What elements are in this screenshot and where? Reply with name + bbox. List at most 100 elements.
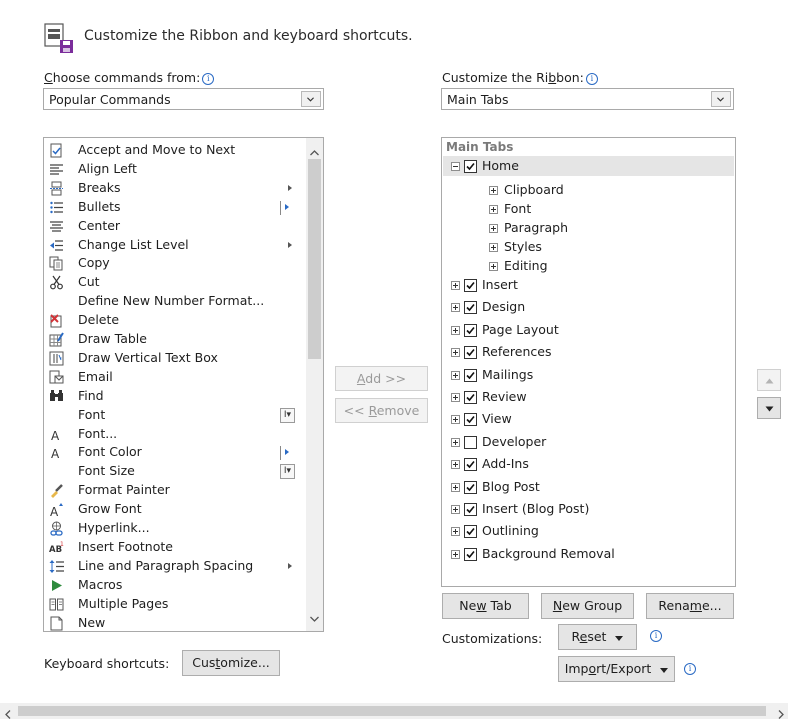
horizontal-scroll-thumb[interactable]	[18, 706, 766, 716]
expand-icon[interactable]	[451, 370, 460, 380]
tree-tab-home[interactable]: Home	[443, 156, 734, 176]
command-item[interactable]: AB 1 Insert Footnote	[44, 538, 294, 557]
tab-checkbox[interactable]	[464, 160, 477, 173]
expand-icon[interactable]	[489, 186, 498, 195]
import-export-button[interactable]: Import/Export	[558, 656, 675, 682]
choose-commands-combo[interactable]: Popular Commands	[43, 88, 324, 110]
command-item[interactable]: Delete	[44, 311, 294, 330]
expand-icon[interactable]	[451, 460, 460, 470]
tree-tab-item[interactable]: View	[443, 409, 734, 429]
expand-icon[interactable]	[451, 505, 460, 514]
commands-listbox[interactable]: Accept and Move to Next Align Left Breaks B…	[43, 137, 324, 632]
tab-checkbox[interactable]	[464, 435, 477, 449]
tree-tab-item[interactable]: Developer	[443, 432, 734, 452]
command-item[interactable]: Align Left	[44, 160, 294, 179]
commands-scrollbar[interactable]	[306, 138, 323, 631]
command-item[interactable]: Multiple Pages	[44, 595, 294, 614]
command-item[interactable]: Center	[44, 217, 294, 236]
scroll-left-icon[interactable]	[5, 707, 11, 722]
tree-tab-item[interactable]: Background Removal	[443, 544, 734, 564]
rename-button[interactable]: Rename...	[646, 593, 734, 619]
collapse-icon[interactable]	[451, 162, 460, 171]
command-item[interactable]: Find	[44, 387, 294, 406]
horizontal-scrollbar[interactable]	[0, 703, 788, 719]
new-tab-button[interactable]: New Tab	[442, 593, 529, 619]
command-item[interactable]: New	[44, 614, 294, 632]
command-item[interactable]: Cut	[44, 273, 294, 292]
command-item[interactable]: Format Painter	[44, 481, 294, 500]
tree-tab-item[interactable]: Mailings	[443, 365, 734, 385]
tab-checkbox[interactable]	[464, 368, 477, 382]
expand-icon[interactable]	[451, 281, 460, 290]
command-item[interactable]: Draw Table	[44, 330, 294, 349]
command-item[interactable]: Font I▾	[44, 406, 295, 425]
tree-tab-item[interactable]: Insert	[443, 275, 734, 295]
tree-tab-item[interactable]: Insert (Blog Post)	[443, 499, 734, 519]
expand-icon[interactable]	[451, 437, 460, 447]
tab-checkbox[interactable]	[464, 391, 477, 404]
tab-checkbox[interactable]	[464, 301, 477, 315]
tab-checkbox[interactable]	[464, 547, 477, 561]
chevron-down-icon[interactable]	[301, 91, 321, 107]
scroll-right-icon[interactable]	[778, 707, 784, 722]
tab-checkbox[interactable]	[464, 503, 477, 516]
command-item[interactable]: Accept and Move to Next	[44, 141, 294, 160]
scroll-up-icon[interactable]	[310, 144, 319, 159]
chevron-down-icon[interactable]	[711, 91, 731, 107]
command-item[interactable]: Hyperlink...	[44, 519, 294, 538]
expand-icon[interactable]	[489, 243, 498, 252]
tab-checkbox[interactable]	[464, 480, 477, 494]
expand-icon[interactable]	[451, 482, 460, 492]
tree-group-item[interactable]: Font	[443, 199, 734, 219]
tree-tab-item[interactable]: Page Layout	[443, 320, 734, 340]
add-button[interactable]: Add >>	[335, 366, 428, 391]
tab-checkbox[interactable]	[464, 279, 477, 292]
command-item[interactable]: A Grow Font	[44, 500, 294, 519]
info-icon[interactable]: i	[585, 73, 598, 85]
info-icon[interactable]: i	[650, 630, 662, 642]
expand-icon[interactable]	[451, 415, 460, 425]
command-item[interactable]: Line and Paragraph Spacing	[44, 557, 294, 576]
tree-tab-item[interactable]: Design	[443, 297, 734, 317]
expand-icon[interactable]	[451, 527, 460, 537]
command-item[interactable]: Define New Number Format...	[44, 292, 294, 311]
info-icon[interactable]: i	[202, 73, 215, 85]
tab-checkbox[interactable]	[464, 346, 477, 360]
expand-icon[interactable]	[489, 224, 498, 233]
tree-group-item[interactable]: Clipboard	[443, 180, 734, 200]
command-item[interactable]: Draw Vertical Text Box	[44, 349, 294, 368]
expand-icon[interactable]	[489, 205, 498, 214]
tree-group-item[interactable]: Styles	[443, 237, 734, 257]
tree-tab-item[interactable]: References	[443, 342, 734, 362]
ribbon-tree[interactable]: Main Tabs Home Clipboard Font Paragraph Styl…	[441, 137, 736, 587]
tab-checkbox[interactable]	[464, 323, 477, 337]
info-icon[interactable]: i	[684, 663, 696, 675]
command-item[interactable]: A Font...	[44, 425, 294, 444]
expand-icon[interactable]	[451, 325, 460, 335]
new-group-button[interactable]: New Group	[541, 593, 634, 619]
expand-icon[interactable]	[451, 348, 460, 358]
tree-tab-item[interactable]: Add-Ins	[443, 454, 734, 474]
tab-checkbox[interactable]	[464, 413, 477, 427]
tree-tab-item[interactable]: Review	[443, 387, 734, 407]
expand-icon[interactable]	[489, 262, 498, 271]
tree-tab-item[interactable]: Outlining	[443, 521, 734, 541]
tab-checkbox[interactable]	[464, 525, 477, 539]
command-item[interactable]: Change List Level	[44, 236, 294, 255]
command-item[interactable]: Email	[44, 368, 294, 387]
reset-button[interactable]: Reset	[558, 624, 637, 650]
tab-checkbox[interactable]	[464, 458, 477, 472]
remove-button[interactable]: << Remove	[335, 398, 428, 423]
move-down-button[interactable]	[757, 397, 781, 419]
expand-icon[interactable]	[451, 303, 460, 313]
expand-icon[interactable]	[451, 549, 460, 559]
command-item[interactable]: Macros	[44, 576, 294, 595]
command-item[interactable]: Bullets	[44, 198, 294, 217]
command-item[interactable]: Breaks	[44, 179, 294, 198]
command-item[interactable]: A Font Color	[44, 443, 294, 462]
command-item[interactable]: Font Size I▾	[44, 462, 295, 481]
tree-group-item[interactable]: Paragraph	[443, 218, 734, 238]
move-up-button[interactable]	[757, 369, 781, 391]
tree-group-item[interactable]: Editing	[443, 256, 734, 276]
customize-ribbon-combo[interactable]: Main Tabs	[441, 88, 734, 110]
